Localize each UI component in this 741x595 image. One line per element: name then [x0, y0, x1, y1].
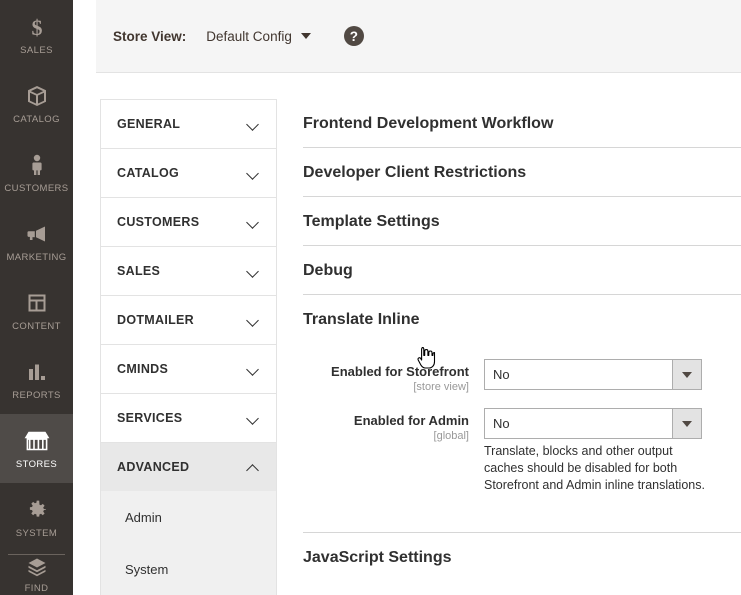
config-group-customers: CUSTOMERS	[101, 198, 276, 247]
chevron-down-icon	[247, 315, 258, 326]
config-group-header[interactable]: CATALOG	[101, 149, 276, 197]
sidebar-item-label: STORES	[15, 458, 58, 470]
store-view-bar: Store View: Default Config ?	[96, 0, 741, 73]
section-frontend-development-workflow[interactable]: Frontend Development Workflow	[303, 99, 741, 148]
config-group-label: SERVICES	[117, 411, 183, 425]
config-group-cminds: CMINDS	[101, 345, 276, 394]
sidebar-item-system[interactable]: SYSTEM	[0, 483, 73, 552]
sidebar-item-sales[interactable]: $ SALES	[0, 0, 73, 69]
config-subitem-label: Admin	[125, 509, 162, 525]
chevron-down-icon	[247, 217, 258, 228]
blocks-icon	[25, 556, 49, 578]
sidebar-item-stores[interactable]: STORES	[0, 414, 73, 483]
chevron-down-icon[interactable]	[672, 360, 701, 389]
gear-icon	[25, 497, 49, 523]
config-group-sales: SALES	[101, 247, 276, 296]
select-value: No	[493, 367, 510, 382]
config-subitem-label: System	[125, 561, 169, 577]
sidebar-item-label: SYSTEM	[15, 527, 58, 539]
chevron-up-icon	[247, 462, 258, 473]
sidebar-divider	[8, 554, 65, 555]
config-group-header[interactable]: SERVICES	[101, 394, 276, 442]
sidebar-item-customers[interactable]: CUSTOMERS	[0, 138, 73, 207]
enabled-for-admin-select[interactable]: No	[484, 408, 702, 439]
help-icon[interactable]: ?	[343, 26, 364, 46]
sidebar-item-label: REPORTS	[12, 389, 61, 401]
store-view-value: Default Config	[206, 28, 292, 44]
config-group-general: GENERAL	[101, 100, 276, 149]
config-group-label: CMINDS	[117, 362, 169, 376]
sidebar-item-label: CONTENT	[12, 320, 61, 332]
field-label: Enabled for Storefront	[331, 364, 469, 379]
config-group-label: DOTMAILER	[117, 313, 194, 327]
sidebar-item-label: CATALOG	[13, 113, 60, 125]
config-group-header[interactable]: CMINDS	[101, 345, 276, 393]
chevron-down-icon	[247, 364, 258, 375]
config-group-header[interactable]: DOTMAILER	[101, 296, 276, 344]
sidebar-item-label: CUSTOMERS	[4, 182, 69, 194]
config-group-header[interactable]: SALES	[101, 247, 276, 295]
config-content: Frontend Development Workflow Developer …	[303, 99, 741, 581]
config-group-label: CATALOG	[117, 166, 180, 180]
admin-sidebar: $ SALES CATALOG CUSTOMERS MARKETING CONT…	[0, 0, 73, 595]
field-enabled-for-storefront: Enabled for Storefront [store view] No	[303, 359, 741, 394]
sidebar-item-label: MARKETING	[6, 251, 67, 263]
field-label: Enabled for Admin	[353, 413, 469, 428]
sidebar-item-marketing[interactable]: MARKETING	[0, 207, 73, 276]
section-javascript-settings[interactable]: JavaScript Settings	[303, 533, 741, 581]
field-enabled-for-admin: Enabled for Admin [global] No Translate,…	[303, 408, 741, 494]
field-label-group: Enabled for Storefront [store view]	[303, 359, 484, 394]
admin-config-page: $ SALES CATALOG CUSTOMERS MARKETING CONT…	[0, 0, 741, 595]
sidebar-item-find-partners[interactable]: FIND PARTNERS & EXTENSIONS	[0, 557, 73, 595]
store-view-dropdown[interactable]: Default Config	[206, 29, 311, 44]
chevron-down-icon	[300, 33, 311, 39]
translate-inline-fields: Enabled for Storefront [store view] No E…	[303, 343, 741, 533]
field-note: Translate, blocks and other output cache…	[484, 444, 705, 492]
config-subitem-admin[interactable]: Admin	[101, 491, 276, 543]
bar-chart-icon	[25, 359, 49, 385]
section-template-settings[interactable]: Template Settings	[303, 197, 741, 246]
field-control: No Translate, blocks and other output ca…	[484, 408, 705, 494]
config-group-label: SALES	[117, 264, 161, 278]
sidebar-item-content[interactable]: CONTENT	[0, 276, 73, 345]
config-group-label: CUSTOMERS	[117, 215, 200, 229]
config-subitem-system[interactable]: System	[101, 543, 276, 595]
chevron-down-icon	[247, 168, 258, 179]
sidebar-item-label: SALES	[20, 44, 53, 56]
dollar-icon: $	[27, 14, 47, 40]
config-group-label: ADVANCED	[117, 460, 190, 474]
sidebar-item-label: FIND PARTNERS & EXTENSIONS	[9, 583, 63, 595]
svg-text:$: $	[31, 15, 42, 39]
person-icon	[25, 152, 49, 178]
section-debug[interactable]: Debug	[303, 246, 741, 295]
config-group-dotmailer: DOTMAILER	[101, 296, 276, 345]
field-control: No	[484, 359, 702, 390]
field-scope: [global]	[433, 430, 469, 442]
field-label-group: Enabled for Admin [global]	[303, 408, 484, 443]
box-icon	[25, 83, 49, 109]
config-group-advanced: ADVANCED Admin System	[101, 443, 276, 595]
chevron-down-icon[interactable]	[672, 409, 701, 438]
section-developer-client-restrictions[interactable]: Developer Client Restrictions	[303, 148, 741, 197]
field-scope: [store view]	[413, 381, 469, 393]
enabled-for-storefront-select[interactable]: No	[484, 359, 702, 390]
megaphone-icon	[25, 221, 49, 247]
config-group-catalog: CATALOG	[101, 149, 276, 198]
config-group-label: GENERAL	[117, 117, 181, 131]
select-value: No	[493, 416, 510, 431]
chevron-down-icon	[247, 119, 258, 130]
section-translate-inline[interactable]: Translate Inline	[303, 295, 741, 343]
config-group-header[interactable]: CUSTOMERS	[101, 198, 276, 246]
config-group-services: SERVICES	[101, 394, 276, 443]
storefront-icon	[24, 428, 50, 454]
store-view-label: Store View:	[113, 28, 187, 44]
config-group-header[interactable]: ADVANCED	[101, 443, 276, 491]
layout-icon	[25, 290, 49, 316]
config-group-header[interactable]: GENERAL	[101, 100, 276, 148]
sidebar-item-reports[interactable]: REPORTS	[0, 345, 73, 414]
chevron-down-icon	[247, 266, 258, 277]
chevron-down-icon	[247, 413, 258, 424]
config-nav-panel: GENERAL CATALOG CUSTOMERS SALES DOTMAILE…	[100, 99, 277, 595]
sidebar-item-catalog[interactable]: CATALOG	[0, 69, 73, 138]
